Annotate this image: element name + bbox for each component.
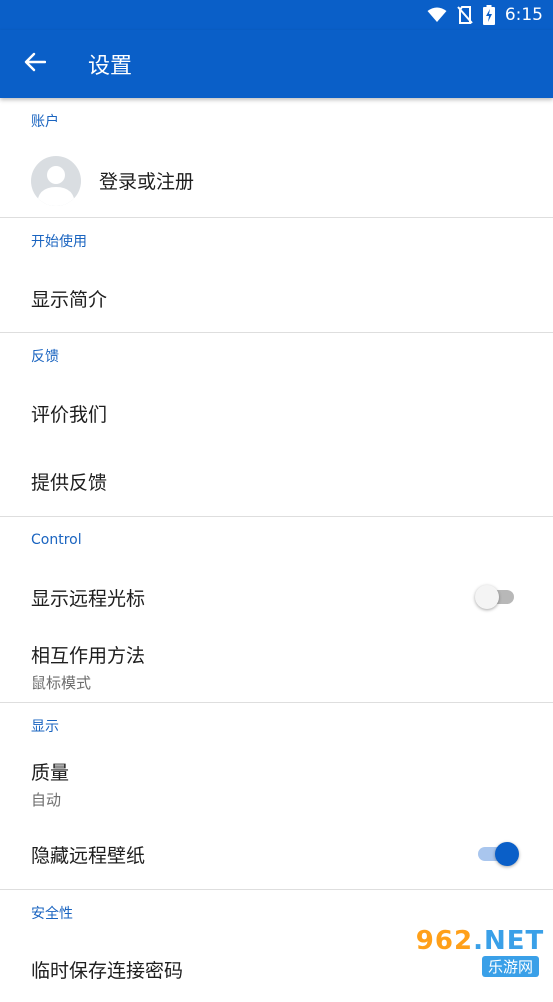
- rate-us-item[interactable]: 评价我们: [0, 379, 553, 447]
- show-remote-cursor-label: 显示远程光标: [31, 587, 146, 610]
- rate-us-label: 评价我们: [31, 403, 108, 426]
- hide-wallpaper-label: 隐藏远程壁纸: [31, 844, 146, 867]
- app-bar: 设置: [0, 30, 553, 98]
- give-feedback-item[interactable]: 提供反馈: [0, 447, 553, 516]
- back-button[interactable]: [0, 30, 70, 98]
- show-remote-cursor-switch[interactable]: [475, 583, 519, 611]
- show-intro-label: 显示简介: [31, 288, 108, 311]
- section-account: 账户 登录或注册: [0, 98, 553, 218]
- person-icon: [37, 165, 75, 206]
- status-time: 6:15: [504, 5, 543, 25]
- login-label: 登录或注册: [99, 171, 195, 193]
- section-getting-started: 开始使用 显示简介: [0, 218, 553, 333]
- interaction-method-value: 鼠标模式: [31, 673, 92, 692]
- watermark-logo: 962.NET 乐游网: [413, 924, 547, 980]
- status-bar: 6:15: [0, 0, 553, 30]
- avatar: [31, 155, 81, 206]
- wifi-icon: [427, 7, 447, 23]
- give-feedback-label: 提供反馈: [31, 472, 108, 494]
- hide-wallpaper-switch[interactable]: [475, 840, 519, 868]
- settings-list: 账户 登录或注册 开始使用 显示简介 反馈 评价我们 提供反馈 Control …: [0, 98, 553, 1002]
- interaction-method-item[interactable]: 相互作用方法 鼠标模式: [0, 631, 553, 702]
- show-intro-item[interactable]: 显示简介: [0, 264, 553, 332]
- section-feedback: 反馈 评价我们 提供反馈: [0, 333, 553, 517]
- battery-charging-icon: [482, 5, 495, 25]
- quality-item[interactable]: 质量 自动: [0, 749, 553, 819]
- watermark-site: 962.NET: [415, 926, 545, 956]
- no-sim-icon: [457, 6, 473, 24]
- switch-thumb: [475, 585, 499, 609]
- section-header-control: Control: [31, 532, 82, 548]
- section-display: 显示 质量 自动 隐藏远程壁纸: [0, 703, 553, 890]
- show-remote-cursor-item[interactable]: 显示远程光标: [0, 563, 553, 631]
- arrow-back-icon: [24, 52, 47, 76]
- section-header-feedback: 反馈: [31, 349, 59, 365]
- hide-wallpaper-item[interactable]: 隐藏远程壁纸: [0, 819, 553, 889]
- section-header-display: 显示: [31, 719, 59, 735]
- quality-label: 质量: [31, 762, 70, 784]
- quality-value: 自动: [31, 791, 62, 809]
- login-or-register-item[interactable]: 登录或注册: [0, 144, 553, 217]
- page-title: 设置: [88, 54, 133, 79]
- section-header-getting-started: 开始使用: [31, 234, 87, 250]
- section-control: Control 显示远程光标 相互作用方法 鼠标模式: [0, 517, 553, 703]
- interaction-method-label: 相互作用方法: [31, 644, 146, 667]
- watermark-name: 乐游网: [481, 956, 539, 977]
- switch-thumb: [495, 842, 519, 866]
- section-header-account: 账户: [31, 114, 59, 130]
